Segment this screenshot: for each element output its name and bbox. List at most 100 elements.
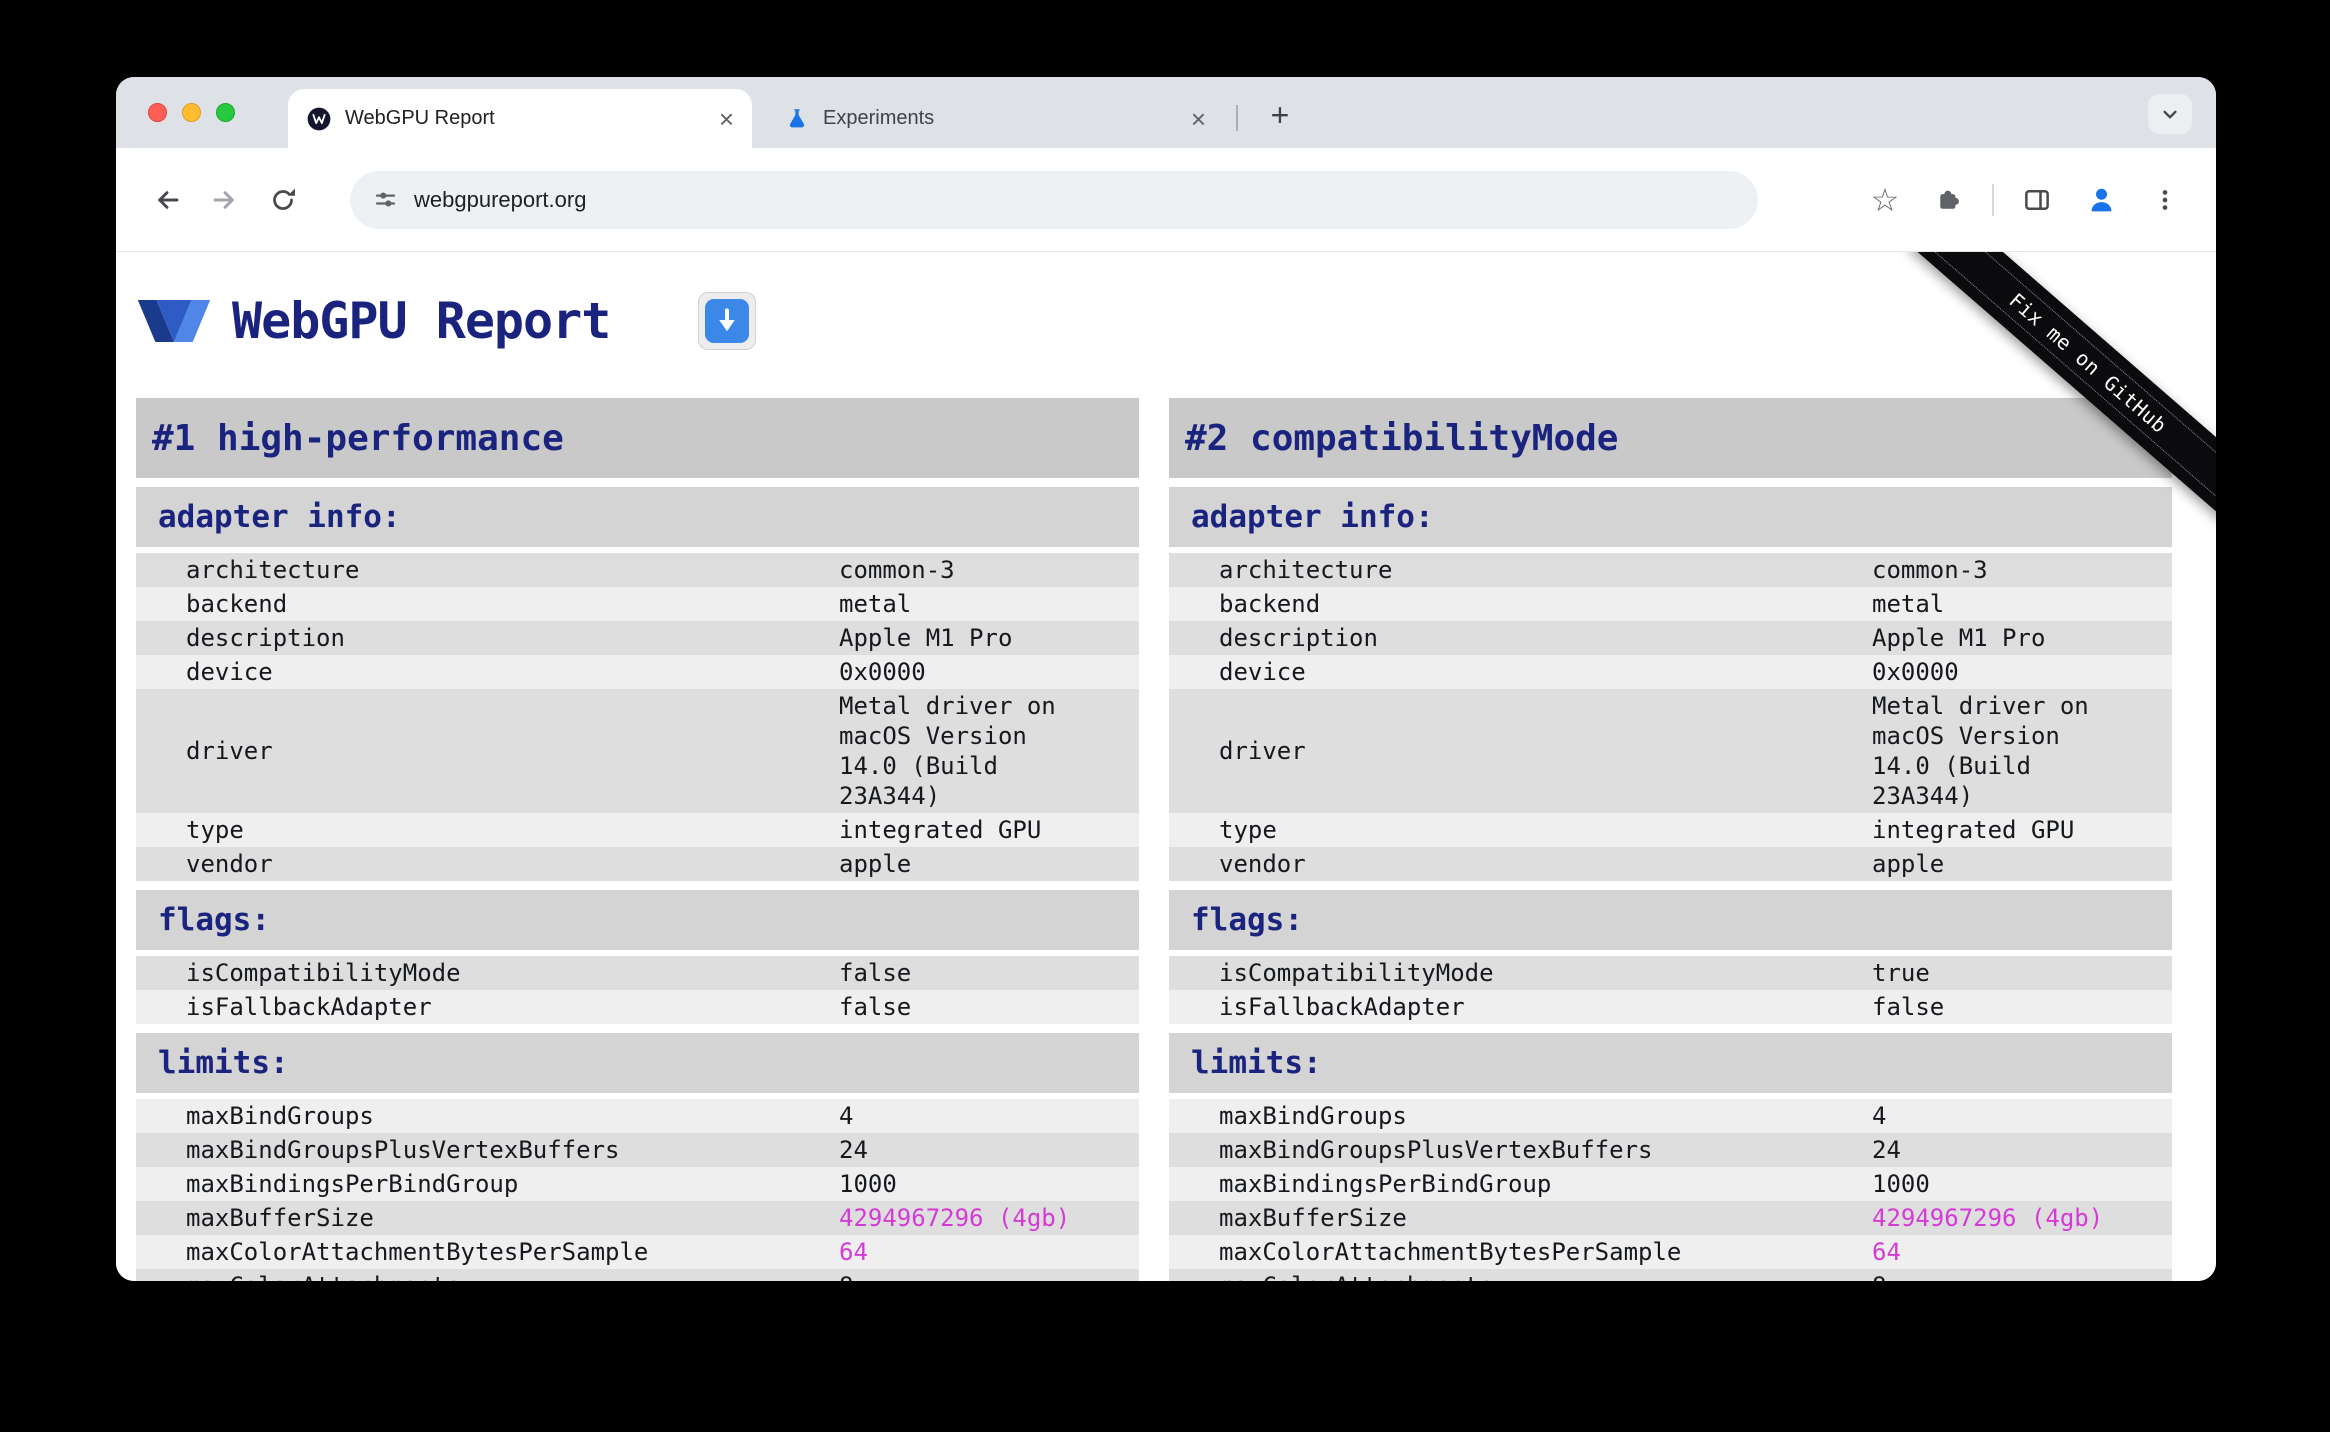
table-row: maxBindGroups 4: [136, 1099, 1139, 1133]
row-key: isFallbackAdapter: [186, 993, 432, 1021]
menu-button[interactable]: [2136, 171, 2194, 229]
close-tab-icon[interactable]: ×: [719, 106, 734, 132]
tab-search-button[interactable]: [2148, 94, 2192, 134]
reload-button[interactable]: [254, 171, 312, 229]
row-value: common-3: [839, 556, 955, 584]
row-value: Metal driver on macOS Version 14.0 (Buil…: [1872, 692, 2089, 810]
profile-button[interactable]: [2072, 171, 2130, 229]
row-key: architecture: [186, 556, 360, 584]
reload-icon: [268, 185, 298, 215]
row-key: isFallbackAdapter: [1219, 993, 1465, 1021]
zoom-window-button[interactable]: [216, 103, 235, 122]
table-row: vendor apple: [1169, 847, 2172, 881]
side-panel-icon: [2022, 185, 2052, 215]
url-bar[interactable]: webgpureport.org: [350, 170, 1758, 229]
row-value: integrated GPU: [839, 816, 1042, 844]
row-key: maxColorAttachmentBytesPerSample: [1219, 1238, 1682, 1266]
row-value: common-3: [1872, 556, 1988, 584]
row-key: maxColorAttachments: [136, 1271, 839, 1281]
table-row: maxColorAttachmentBytesPerSample 64: [1169, 1235, 2172, 1269]
row-key: maxBindingsPerBindGroup: [186, 1170, 519, 1198]
row-key: isCompatibilityMode: [1219, 959, 1494, 987]
row-value: metal: [1872, 590, 1945, 618]
row-value: Apple M1 Pro: [839, 624, 1013, 652]
section-rows: isCompatibilityMode true isFallbackAdapter…: [1169, 956, 2172, 1024]
new-tab-button[interactable]: +: [1258, 93, 1302, 137]
side-panel-button[interactable]: [2008, 171, 2066, 229]
table-row: driver Metal driver on macOS Version 14.0…: [136, 689, 1139, 813]
adapter-column-header: #1 high-performance: [136, 398, 1139, 478]
puzzle-icon: [1935, 186, 1963, 214]
row-value: 4: [1872, 1102, 1887, 1130]
row-value: 64: [839, 1238, 868, 1266]
row-key: maxBindGroupsPlusVertexBuffers: [186, 1136, 620, 1164]
row-value: false: [839, 993, 912, 1021]
row-key: driver: [186, 737, 273, 765]
table-row: isFallbackAdapter false: [1169, 990, 2172, 1024]
row-value: 24: [1872, 1136, 1901, 1164]
row-value: false: [839, 959, 912, 987]
section-title: limits:: [1169, 1033, 2172, 1093]
table-row: maxBindingsPerBindGroup 1000: [136, 1167, 1139, 1201]
page-header: WebGPU Report: [136, 280, 2192, 362]
tab-experiments[interactable]: Experiments ×: [766, 89, 1224, 148]
forward-arrow-icon: [209, 184, 241, 216]
row-value: 4294967296 (4gb): [839, 1204, 1071, 1232]
webgpu-favicon-icon: [306, 106, 332, 132]
table-row: backend metal: [1169, 587, 2172, 621]
tune-icon: [372, 186, 399, 213]
row-key: device: [1219, 658, 1306, 686]
row-key: vendor: [186, 850, 273, 878]
tab-strip: WebGPU Report × Experiments × +: [116, 77, 2216, 148]
table-row: vendor apple: [136, 847, 1139, 881]
forward-button[interactable]: [196, 171, 254, 229]
section-rows: isCompatibilityMode false isFallbackAdapte…: [136, 956, 1139, 1024]
toolbar-right-icons: ☆: [1856, 171, 2194, 229]
row-key: maxBindGroups: [186, 1102, 374, 1130]
table-row: device 0x0000: [1169, 655, 2172, 689]
table-row: type integrated GPU: [1169, 813, 2172, 847]
row-key: maxBindGroups: [1219, 1102, 1407, 1130]
table-row: maxColorAttachments8: [136, 1269, 1139, 1281]
table-row: backend metal: [136, 587, 1139, 621]
row-value: 1000: [839, 1170, 897, 1198]
row-key: type: [1219, 816, 1277, 844]
row-value: 8: [1872, 1271, 2114, 1281]
extensions-button[interactable]: [1920, 171, 1978, 229]
close-window-button[interactable]: [148, 103, 167, 122]
section-title: limits:: [136, 1033, 1139, 1093]
row-key: backend: [1219, 590, 1321, 618]
tab-webgpu-report[interactable]: WebGPU Report ×: [288, 89, 752, 148]
minimize-window-button[interactable]: [182, 103, 201, 122]
three-dots-icon: [2151, 186, 2179, 214]
row-value: 4: [839, 1102, 854, 1130]
table-row: maxColorAttachments8: [1169, 1269, 2172, 1281]
row-value: 1000: [1872, 1170, 1930, 1198]
row-key: type: [186, 816, 244, 844]
row-value: 64: [1872, 1238, 1901, 1266]
section-rows: maxBindGroups 4 maxBindGroupsPlusVertexBuf…: [1169, 1099, 2172, 1281]
row-value: 0x0000: [1872, 658, 1959, 686]
download-report-button[interactable]: [698, 292, 757, 350]
section-title: adapter info:: [1169, 487, 2172, 547]
row-key: maxBindGroupsPlusVertexBuffers: [1219, 1136, 1653, 1164]
profile-person-icon: [2085, 183, 2118, 216]
close-tab-icon[interactable]: ×: [1191, 106, 1206, 132]
table-row: description Apple M1 Pro: [136, 621, 1139, 655]
tab-title: Experiments: [823, 107, 935, 129]
row-key: vendor: [1219, 850, 1306, 878]
row-key: maxColorAttachmentBytesPerSample: [186, 1238, 649, 1266]
row-value: Apple M1 Pro: [1872, 624, 2046, 652]
row-key: maxColorAttachments: [1169, 1271, 1872, 1281]
bookmark-button[interactable]: ☆: [1856, 171, 1914, 229]
chevron-down-icon: [2157, 101, 2183, 127]
adapter-column-header: #2 compatibilityMode: [1169, 398, 2172, 478]
back-arrow-icon: [151, 184, 183, 216]
table-row: maxColorAttachmentBytesPerSample 64: [136, 1235, 1139, 1269]
table-row: maxBindGroupsPlusVertexBuffers 24: [136, 1133, 1139, 1167]
row-key: description: [1219, 624, 1378, 652]
table-row: isCompatibilityMode true: [1169, 956, 2172, 990]
page-content: WebGPU Report #1 high-performance adapter…: [116, 252, 2216, 1281]
site-settings-button[interactable]: [362, 177, 408, 223]
back-button[interactable]: [138, 171, 196, 229]
